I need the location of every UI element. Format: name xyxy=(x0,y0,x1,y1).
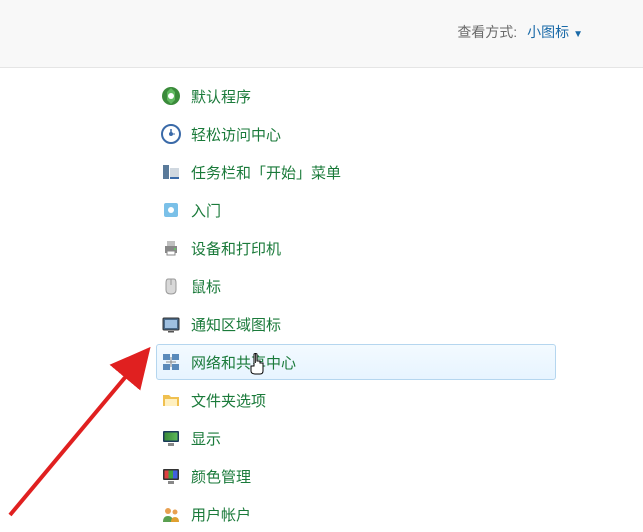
item-user-accounts[interactable]: 用户帐户 xyxy=(156,496,556,532)
item-label: 默认程序 xyxy=(191,86,251,107)
item-folder-options[interactable]: 文件夹选项 xyxy=(156,382,556,418)
printer-icon xyxy=(161,238,181,258)
getting-started-icon xyxy=(161,200,181,220)
view-mode-value: 小图标 xyxy=(527,24,569,40)
item-label: 网络和共享中心 xyxy=(191,352,296,373)
default-programs-icon xyxy=(161,86,181,106)
view-mode: 查看方式: 小图标 ▼ xyxy=(457,22,583,42)
ease-of-access-icon xyxy=(161,124,181,144)
network-icon xyxy=(161,352,181,372)
color-icon xyxy=(161,466,181,486)
item-color-management[interactable]: 颜色管理 xyxy=(156,458,556,494)
item-label: 任务栏和「开始」菜单 xyxy=(191,162,341,183)
item-label: 入门 xyxy=(191,200,221,221)
item-label: 轻松访问中心 xyxy=(191,124,281,145)
chevron-down-icon: ▼ xyxy=(573,29,583,40)
mouse-icon xyxy=(161,276,181,296)
header-area: 查看方式: 小图标 ▼ xyxy=(0,0,643,68)
item-taskbar-start[interactable]: 任务栏和「开始」菜单 xyxy=(156,154,556,190)
item-label: 显示 xyxy=(191,428,221,449)
taskbar-icon xyxy=(161,162,181,182)
view-mode-dropdown[interactable]: 小图标 ▼ xyxy=(527,24,583,40)
item-network-sharing[interactable]: 网络和共享中心 xyxy=(156,344,556,380)
item-label: 用户帐户 xyxy=(191,504,251,525)
item-ease-of-access[interactable]: 轻松访问中心 xyxy=(156,116,556,152)
display-icon xyxy=(161,428,181,448)
item-label: 通知区域图标 xyxy=(191,314,281,335)
users-icon xyxy=(161,504,181,524)
item-display[interactable]: 显示 xyxy=(156,420,556,456)
item-label: 鼠标 xyxy=(191,276,221,297)
item-label: 文件夹选项 xyxy=(191,390,266,411)
item-getting-started[interactable]: 入门 xyxy=(156,192,556,228)
item-label: 颜色管理 xyxy=(191,466,251,487)
item-mouse[interactable]: 鼠标 xyxy=(156,268,556,304)
folder-icon xyxy=(161,390,181,410)
item-notification-area[interactable]: 通知区域图标 xyxy=(156,306,556,342)
item-devices-printers[interactable]: 设备和打印机 xyxy=(156,230,556,266)
view-mode-label: 查看方式: xyxy=(457,24,517,40)
notification-icon xyxy=(161,314,181,334)
item-label: 设备和打印机 xyxy=(191,238,281,259)
item-default-programs[interactable]: 默认程序 xyxy=(156,78,556,114)
control-panel-items: 默认程序 轻松访问中心 任务栏和「开始」菜单 入门 设备和打印机 鼠标 xyxy=(0,68,643,532)
